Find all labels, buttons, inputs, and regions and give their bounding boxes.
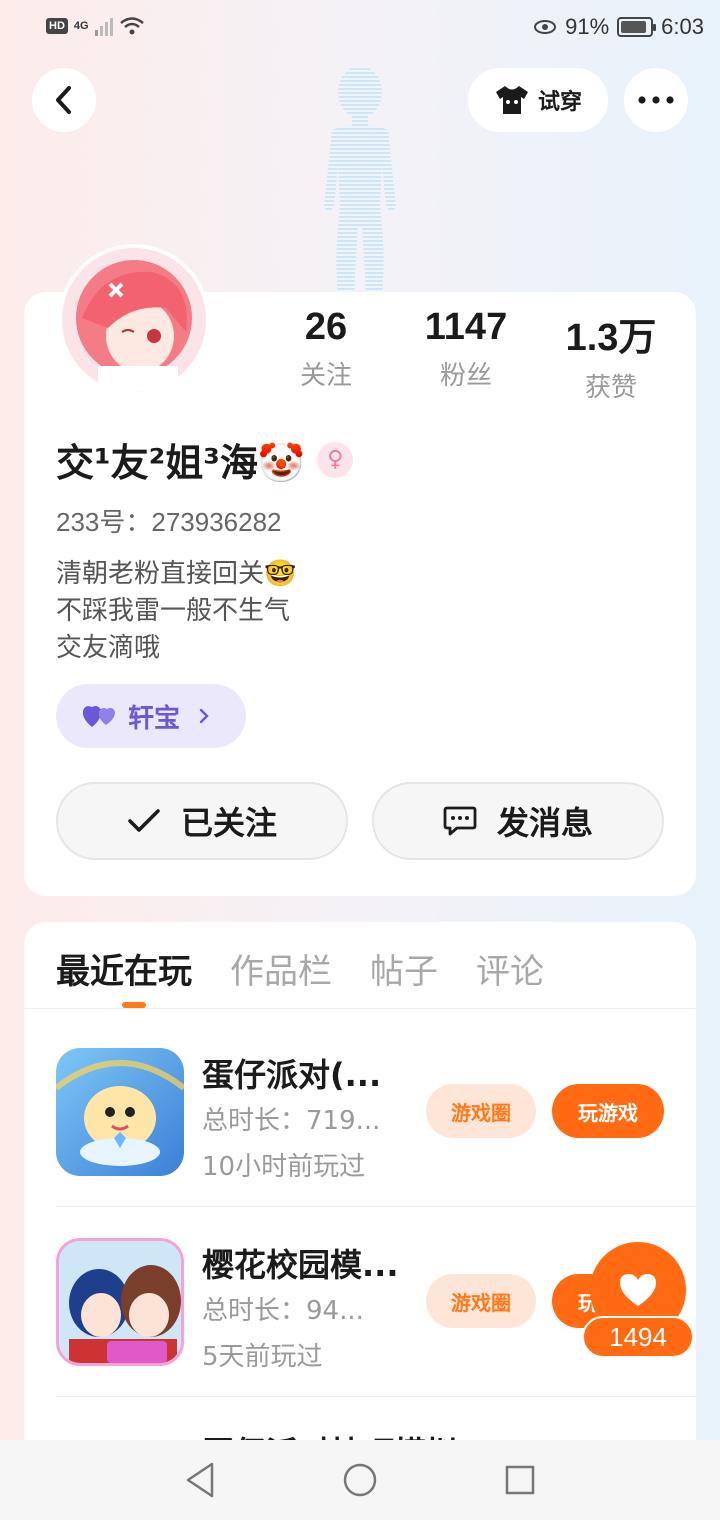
game-duration: 总时长：94... [202,1296,364,1326]
game-icon [56,1238,184,1366]
divider [56,1206,696,1207]
game-circle-button[interactable]: 游戏圈 [426,1084,536,1138]
game-row[interactable]: 蛋仔派对(... 总时长：719... 10小时前玩过 游戏圈 玩游戏 [56,1048,696,1238]
back-button[interactable] [32,68,96,132]
stat-following[interactable]: 26 关注 [256,306,396,404]
battery-percent: 91% [565,14,610,39]
game-last-played: 5天前玩过 [202,1342,323,1372]
likes-label: 获赞 [584,373,637,403]
following-label: 关注 [299,361,352,391]
nav-home-icon[interactable] [342,1460,378,1500]
nickname-text: 交¹友²姐³海🤡 [56,441,306,485]
tab-comments[interactable]: 评论 [476,944,544,993]
relation-tag[interactable]: 轩宝 [56,684,246,748]
game-title: 蛋仔派对枝巧模拟 [202,1428,458,1440]
battery-icon [617,17,657,37]
play-game-button[interactable]: 玩游戏 [552,1084,664,1138]
profile-tabs: 最近在玩 作品栏 帖子 评论 [56,944,544,993]
following-count: 26 [304,306,348,348]
try-on-button[interactable]: 试穿 [468,68,608,132]
bio-line: 清朝老粉直接回关🤓 [56,559,297,589]
game-title: 樱花校园模... [202,1246,399,1284]
check-icon [128,809,160,832]
likes-count: 1.3万 [565,317,657,359]
message-button[interactable]: 发消息 [372,782,664,860]
fans-count: 1147 [424,306,508,348]
more-button[interactable] [624,68,688,132]
followed-button[interactable]: 已关注 [56,782,348,860]
heart-icon [620,1274,656,1306]
tab-works[interactable]: 作品栏 [230,944,332,993]
followed-label: 已关注 [180,804,277,842]
tshirt-icon [495,86,528,114]
nickname: 交¹友²姐³海🤡 ♀ [56,432,354,487]
bio: 清朝老粉直接回关🤓 不踩我雷一般不生气 交友滴哦 [56,556,296,667]
signal-icon [94,16,113,36]
more-dots-icon [638,96,674,104]
stats-row: 26 关注 1147 粉丝 1.3万 获赞 [256,306,696,404]
like-count: 1494 [582,1316,694,1358]
chat-bubble-icon [443,806,477,836]
nav-recent-icon[interactable] [504,1460,536,1500]
system-nav-bar [0,1440,720,1520]
heart-pair-icon [82,706,115,727]
message-label: 发消息 [496,804,593,842]
status-bar: HD 4G 91% 6:03 [0,0,720,58]
fans-label: 粉丝 [439,361,492,391]
bio-line: 不踩我雷一般不生气 [56,596,291,626]
eye-comfort-icon [534,20,557,34]
chevron-left-icon [56,86,71,114]
divider [56,1396,696,1397]
game-last-played: 10小时前玩过 [202,1152,366,1182]
wifi-icon [119,17,144,35]
avatar[interactable] [58,244,210,396]
avatar-figure [324,66,396,292]
stat-fans[interactable]: 1147 粉丝 [396,306,536,404]
tab-recent-games[interactable]: 最近在玩 [56,944,192,993]
try-on-label: 试穿 [537,90,582,115]
tab-posts[interactable]: 帖子 [370,944,438,993]
chevron-right-icon [199,708,209,724]
stat-likes[interactable]: 1.3万 获赞 [536,306,686,404]
nav-back-icon[interactable] [184,1460,216,1500]
game-duration: 总时长：719... [202,1106,381,1136]
bio-line: 交友滴哦 [56,633,161,663]
game-circle-button[interactable]: 游戏圈 [426,1274,536,1328]
hd-badge: HD [46,18,68,34]
clock: 6:03 [661,14,704,39]
relation-tag-label: 轩宝 [128,703,181,734]
female-icon: ♀ [317,441,354,478]
game-icon [56,1048,184,1176]
user-id: 233号：273936282 [56,507,282,537]
divider [24,1008,696,1009]
network-type: 4G [73,20,89,32]
game-row[interactable]: 蛋仔派对枝巧模拟 [56,1426,696,1440]
game-title: 蛋仔派对(... [202,1056,382,1094]
